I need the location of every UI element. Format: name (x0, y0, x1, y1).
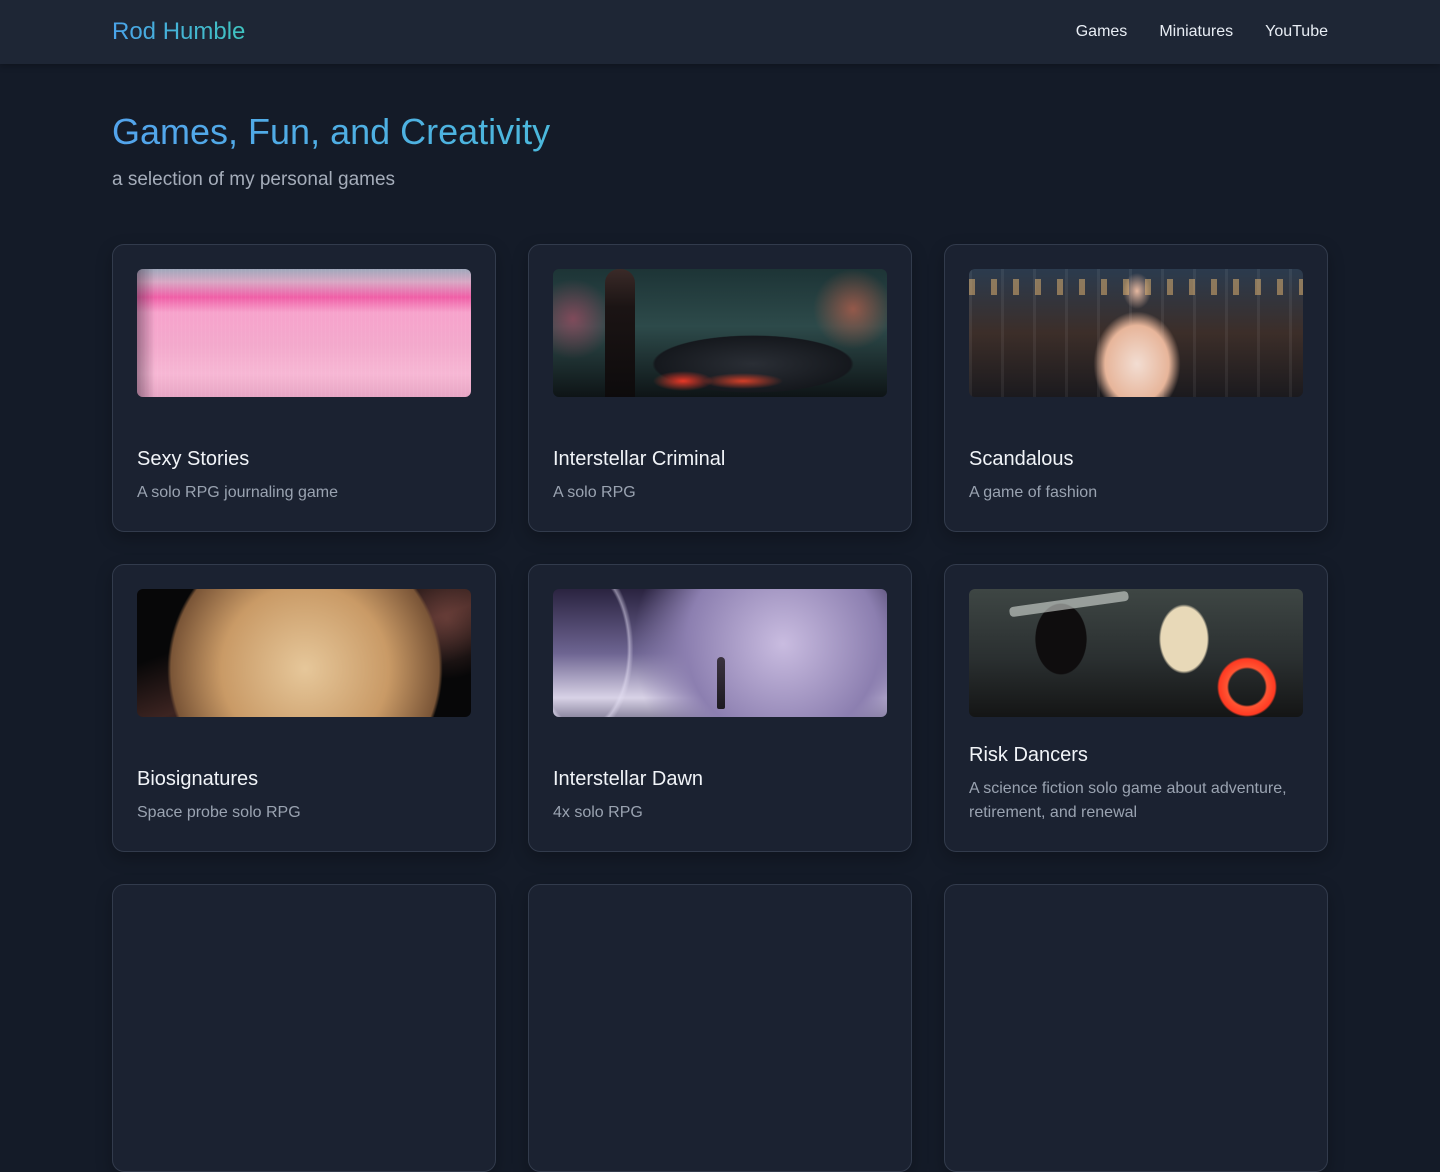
game-card-image[interactable] (969, 589, 1303, 717)
page-title: Games, Fun, and Creativity (112, 111, 551, 152)
game-card-interstellar-dawn[interactable]: Interstellar Dawn 4x solo RPG (528, 564, 912, 852)
main-nav: Games Miniatures YouTube (1076, 21, 1328, 43)
game-card-image[interactable] (553, 589, 887, 717)
game-card-title[interactable]: Biosignatures (137, 767, 471, 791)
game-card-description: A solo RPG journaling game (137, 484, 338, 501)
game-card-description: A science fiction solo game about advent… (969, 780, 1287, 821)
nav-link-youtube[interactable]: YouTube (1265, 21, 1328, 43)
top-navbar: Rod Humble Games Miniatures YouTube (0, 0, 1440, 64)
page-subtitle: a selection of my personal games (112, 169, 396, 190)
game-card[interactable] (112, 884, 496, 1172)
game-card-body: Sexy Stories A solo RPG journaling game (137, 447, 471, 505)
game-card-body: Biosignatures Space probe solo RPG (137, 767, 471, 825)
game-card-biosignatures[interactable]: Biosignatures Space probe solo RPG (112, 564, 496, 852)
game-card-image[interactable] (137, 269, 471, 397)
game-card-scandalous[interactable]: Scandalous A game of fashion (944, 244, 1328, 532)
game-card-description: A game of fashion (969, 484, 1098, 501)
game-card-body: Interstellar Dawn 4x solo RPG (553, 767, 887, 825)
site-brand-link[interactable]: Rod Humble (112, 17, 245, 47)
game-card-title[interactable]: Risk Dancers (969, 743, 1303, 767)
game-card[interactable] (944, 884, 1328, 1172)
game-card-image[interactable] (137, 589, 471, 717)
game-card[interactable] (528, 884, 912, 1172)
game-card-title[interactable]: Sexy Stories (137, 447, 471, 471)
game-card-interstellar-criminal[interactable]: Interstellar Criminal A solo RPG (528, 244, 912, 532)
game-card-title[interactable]: Interstellar Dawn (553, 767, 887, 791)
game-card-sexy-stories[interactable]: Sexy Stories A solo RPG journaling game (112, 244, 496, 532)
nav-link-games[interactable]: Games (1076, 21, 1128, 43)
game-card-body: Scandalous A game of fashion (969, 447, 1303, 505)
game-card-description: A solo RPG (553, 484, 636, 501)
game-card-risk-dancers[interactable]: Risk Dancers A science fiction solo game… (944, 564, 1328, 852)
game-card-title[interactable]: Scandalous (969, 447, 1303, 471)
game-card-body: Interstellar Criminal A solo RPG (553, 447, 887, 505)
game-card-title[interactable]: Interstellar Criminal (553, 447, 887, 471)
game-card-description: 4x solo RPG (553, 804, 643, 821)
nav-link-miniatures[interactable]: Miniatures (1159, 21, 1233, 43)
game-card-description: Space probe solo RPG (137, 804, 301, 821)
game-card-image[interactable] (553, 269, 887, 397)
game-card-body: Risk Dancers A science fiction solo game… (969, 743, 1303, 825)
hero-section: Games, Fun, and Creativity a selection o… (112, 110, 550, 192)
game-card-image[interactable] (969, 269, 1303, 397)
games-grid: Sexy Stories A solo RPG journaling game … (112, 244, 1328, 1172)
